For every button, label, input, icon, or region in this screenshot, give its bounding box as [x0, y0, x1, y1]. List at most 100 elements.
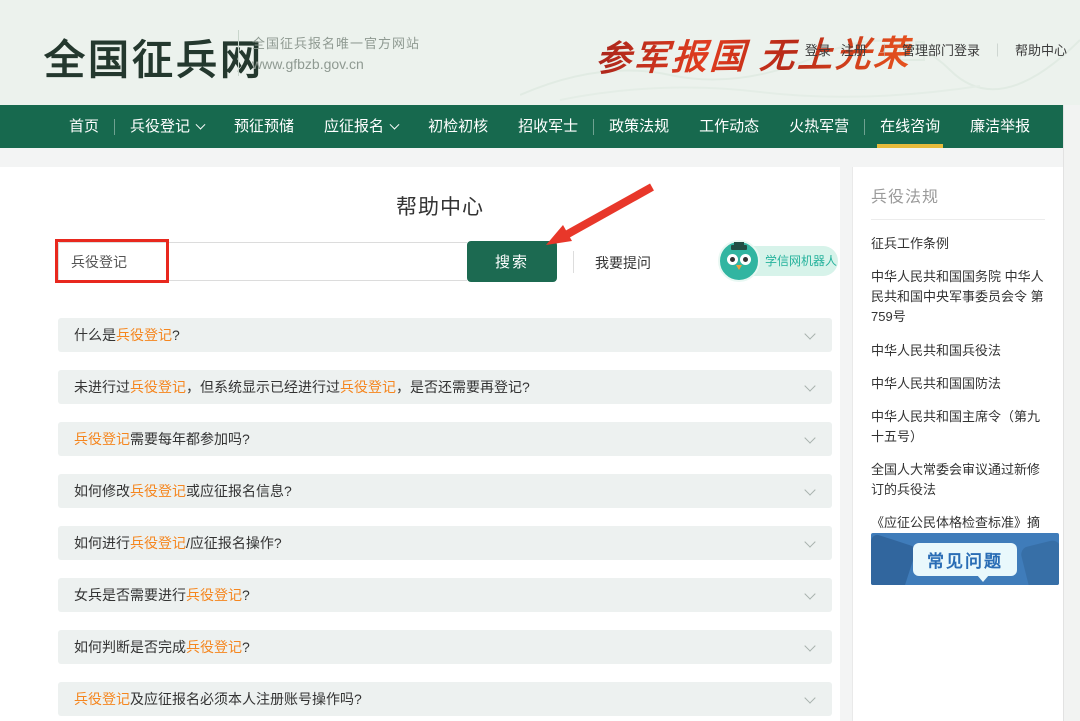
site-logo[interactable]: 全国征兵网 [44, 26, 264, 86]
faq-question-text: 什么是兵役登记? [74, 327, 180, 343]
nav-item[interactable]: 应征报名 [309, 105, 413, 148]
chevron-down-icon [804, 588, 815, 599]
graduation-cap-icon [731, 245, 747, 250]
faq-text-segment: 如何修改 [74, 483, 130, 499]
chsi-robot-badge[interactable]: 学信网机器人 [718, 240, 838, 282]
faq-item[interactable]: 如何进行兵役登记/应征报名操作? [58, 526, 832, 560]
chevron-down-icon [804, 484, 815, 495]
nav-item-active[interactable]: 在线咨询 [865, 105, 955, 148]
nav-item[interactable]: 工作动态 [684, 105, 774, 148]
nav-item-label: 在线咨询 [880, 118, 940, 135]
top-link-divider: ｜ [878, 40, 891, 59]
annotation-red-box [55, 239, 169, 283]
banner-silhouette [871, 533, 917, 585]
ask-divider [573, 251, 574, 273]
nav-item[interactable]: 政策法规 [594, 105, 684, 148]
faq-keyword-highlight: 兵役登记 [186, 639, 242, 655]
faq-item[interactable]: 兵役登记及应征报名必须本人注册账号操作吗? [58, 682, 832, 716]
nav-item-label: 火热军营 [789, 118, 849, 135]
nav-item-label: 招收军士 [518, 118, 578, 135]
sidebar-regulation-link[interactable]: 中华人民共和国国务院 中华人民共和国中央军事委员会令 第759号 [871, 267, 1045, 327]
faq-question-text: 如何进行兵役登记/应征报名操作? [74, 535, 282, 551]
site-header: 全国征兵网 全国征兵报名唯一官方网站 www.gfbzb.gov.cn 参军报国… [0, 0, 1080, 105]
faq-keyword-highlight: 兵役登记 [186, 587, 242, 603]
nav-item[interactable]: 火热军营 [774, 105, 864, 148]
content-top-band [0, 148, 1063, 167]
logo-divider [238, 30, 239, 76]
sidebar-regulation-link[interactable]: 全国人大常委会审议通过新修订的兵役法 [871, 460, 1045, 500]
nav-item-label: 首页 [69, 118, 99, 135]
top-link-divider: ｜ [991, 40, 1004, 59]
owl-beak [736, 265, 742, 270]
faq-text-segment: 或应征报名信息? [186, 483, 292, 499]
nav-item[interactable]: 招收军士 [503, 105, 593, 148]
faq-text-segment: 未进行过 [74, 379, 130, 395]
site-tagline: 全国征兵报名唯一官方网站 [252, 33, 420, 52]
content-gap-column [840, 148, 852, 721]
sidebar-regulation-link[interactable]: 中华人民共和国主席令（第九十五号） [871, 407, 1045, 447]
faq-text-segment: ，是否还需要再登记? [396, 379, 530, 395]
nav-item[interactable]: 预征预储 [219, 105, 309, 148]
faq-question-text: 兵役登记需要每年都参加吗? [74, 431, 250, 447]
owl-eye-right [740, 254, 751, 265]
top-link[interactable]: 登录 [805, 40, 831, 59]
scrollbar-gutter[interactable] [1063, 105, 1080, 721]
top-link[interactable]: 管理部门登录 [902, 40, 980, 59]
faq-keyword-highlight: 兵役登记 [340, 379, 396, 395]
nav-item[interactable]: 廉洁举报 [955, 105, 1045, 148]
chevron-down-icon [390, 119, 400, 129]
chevron-down-icon [804, 536, 815, 547]
sidebar-heading: 兵役法规 [871, 183, 1045, 220]
page: 全国征兵网 全国征兵报名唯一官方网站 www.gfbzb.gov.cn 参军报国… [0, 0, 1080, 721]
faq-text-segment: 如何进行 [74, 535, 130, 551]
sidebar-regulation-link[interactable]: 征兵工作条例 [871, 234, 1045, 254]
nav-item[interactable]: 兵役登记 [115, 105, 219, 148]
nav-item[interactable]: 首页 [54, 105, 114, 148]
sidebar-regulations: 兵役法规 征兵工作条例中华人民共和国国务院 中华人民共和国中央军事委员会令 第7… [852, 167, 1063, 721]
faq-text-segment: ? [242, 587, 250, 603]
nav-item-label: 预征预储 [234, 118, 294, 135]
nav-item-label: 初检初核 [428, 118, 488, 135]
faq-keyword-highlight: 兵役登记 [130, 379, 186, 395]
top-link[interactable]: 注册 [841, 40, 867, 59]
chevron-down-icon [804, 432, 815, 443]
sidebar-regulation-link[interactable]: 中华人民共和国国防法 [871, 374, 1045, 394]
faq-text-segment: 女兵是否需要进行 [74, 587, 186, 603]
faq-item[interactable]: 兵役登记需要每年都参加吗? [58, 422, 832, 456]
ask-question-link[interactable]: 我要提问 [595, 253, 651, 273]
faq-keyword-highlight: 兵役登记 [74, 691, 130, 707]
nav-item-label: 应征报名 [324, 118, 384, 135]
faq-banner-bubble: 常见问题 [913, 543, 1017, 576]
faq-item[interactable]: 什么是兵役登记? [58, 318, 832, 352]
faq-question-text: 未进行过兵役登记，但系统显示已经进行过兵役登记，是否还需要再登记? [74, 379, 530, 395]
chevron-down-icon [804, 692, 815, 703]
faq-item[interactable]: 如何修改兵役登记或应征报名信息? [58, 474, 832, 508]
faq-list: 什么是兵役登记?未进行过兵役登记，但系统显示已经进行过兵役登记，是否还需要再登记… [58, 318, 832, 721]
faq-text-segment: ? [172, 327, 180, 343]
nav-item-label: 政策法规 [609, 118, 669, 135]
faq-text-segment: 及应征报名必须本人注册账号操作吗? [130, 691, 362, 707]
page-title: 帮助中心 [40, 191, 840, 221]
help-center-panel: 帮助中心 搜索 我要提问 学信网机器人 什么是兵役登记?未进行过兵役登记，但系统… [40, 167, 840, 721]
faq-item[interactable]: 女兵是否需要进行兵役登记? [58, 578, 832, 612]
faq-item[interactable]: 未进行过兵役登记，但系统显示已经进行过兵役登记，是否还需要再登记? [58, 370, 832, 404]
faq-keyword-highlight: 兵役登记 [74, 431, 130, 447]
search-button[interactable]: 搜索 [467, 241, 557, 282]
nav-item[interactable]: 初检初核 [413, 105, 503, 148]
faq-text-segment: ? [242, 639, 250, 655]
main-nav: 首页兵役登记预征预储 应征报名 初检初核 招收军士 政策法规工作动态火热军营 在线咨询廉洁… [0, 105, 1063, 148]
owl-eye-left [727, 254, 738, 265]
faq-text-segment: 什么是 [74, 327, 116, 343]
faq-text-segment: 如何判断是否完成 [74, 639, 186, 655]
top-link[interactable]: 帮助中心 [1015, 40, 1067, 59]
faq-banner[interactable]: 常见问题 [871, 533, 1059, 585]
chevron-down-icon [196, 119, 206, 129]
sidebar-regulation-link[interactable]: 中华人民共和国兵役法 [871, 341, 1045, 361]
faq-text-segment: /应征报名操作? [186, 535, 282, 551]
faq-question-text: 兵役登记及应征报名必须本人注册账号操作吗? [74, 691, 362, 707]
chevron-down-icon [804, 640, 815, 651]
faq-text-segment: 需要每年都参加吗? [130, 431, 250, 447]
faq-item[interactable]: 如何判断是否完成兵役登记? [58, 630, 832, 664]
site-url: www.gfbzb.gov.cn [252, 56, 364, 72]
faq-text-segment: ，但系统显示已经进行过 [186, 379, 340, 395]
